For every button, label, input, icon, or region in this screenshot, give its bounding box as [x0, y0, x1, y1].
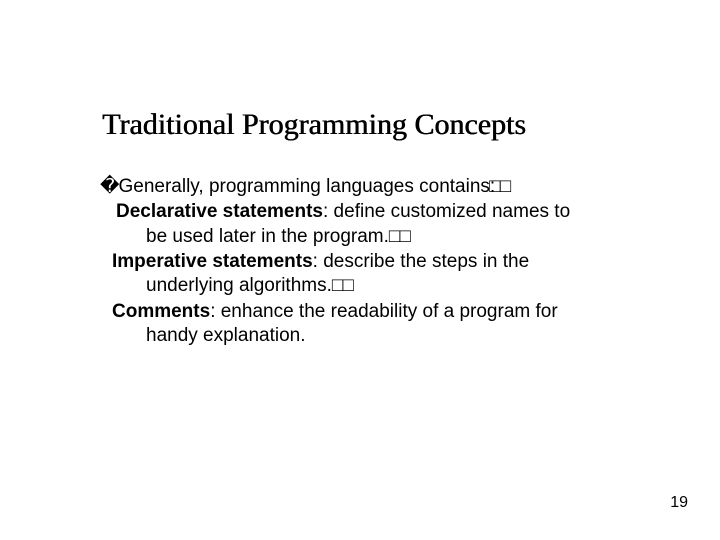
trail-boxes-icon: □□ — [389, 225, 410, 249]
slide-title: Traditional Programming Concepts — [102, 108, 526, 141]
item-desc-part2: be used later in the program. — [146, 226, 389, 247]
bullet-icon: � — [106, 175, 118, 199]
lead-line: �Generally, programming languages contai… — [112, 175, 624, 199]
item-desc-part1: : enhance the readability of a program f… — [210, 301, 557, 322]
slide-body: �Generally, programming languages contai… — [112, 175, 624, 348]
item-desc-part2: underlying algorithms. — [146, 275, 332, 296]
trail-boxes-icon: □□ — [332, 274, 353, 298]
item-declarative: Declarative statements: define customize… — [112, 200, 624, 249]
item-desc-part1: : describe the steps in the — [313, 251, 530, 272]
item-desc-part1: : define customized names to — [323, 201, 570, 222]
item-comments: Comments: enhance the readability of a p… — [112, 300, 624, 349]
item-imperative: Imperative statements: describe the step… — [112, 250, 624, 299]
trail-boxes-icon: □□ — [495, 175, 510, 199]
item-term: Comments — [112, 301, 210, 322]
slide: Traditional Programming Concepts �Genera… — [0, 0, 720, 540]
page-number: 19 — [670, 494, 688, 512]
item-term: Declarative statements — [116, 201, 323, 222]
item-desc-part2: handy explanation. — [146, 325, 306, 346]
item-term: Imperative statements — [112, 251, 313, 272]
lead-text: Generally, programming languages contain… — [118, 176, 495, 197]
